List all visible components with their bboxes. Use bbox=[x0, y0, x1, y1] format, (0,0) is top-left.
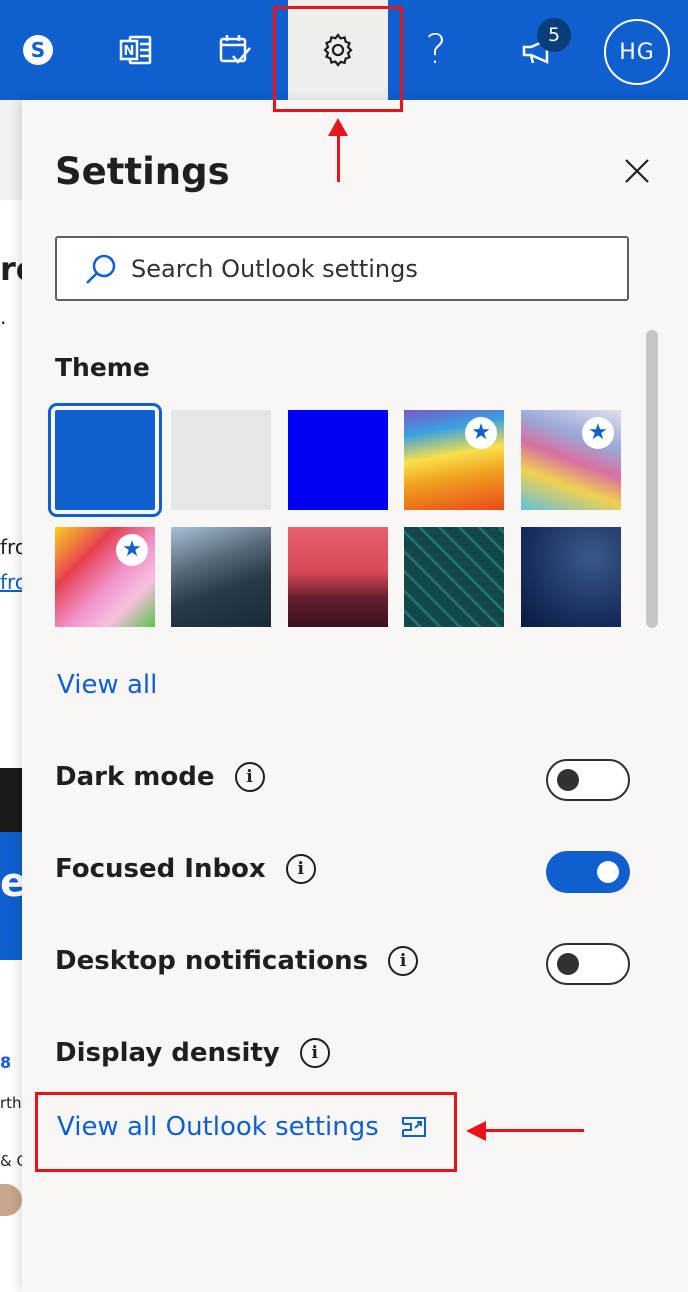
theme-circuit[interactable] bbox=[404, 527, 504, 627]
dark-mode-text: Dark mode bbox=[55, 762, 215, 792]
background-number: 8 bbox=[0, 1053, 12, 1072]
display-density-label: Display density i bbox=[55, 1038, 330, 1068]
toggle-knob bbox=[557, 953, 579, 975]
background-from-link[interactable]: fro bbox=[0, 570, 22, 594]
focused-inbox-toggle[interactable] bbox=[546, 851, 630, 893]
search-input[interactable] bbox=[131, 238, 611, 299]
svg-text:S: S bbox=[31, 38, 45, 62]
focused-inbox-text: Focused Inbox bbox=[55, 854, 266, 884]
background-from-text: fro bbox=[0, 535, 22, 559]
background-dot: . bbox=[0, 305, 7, 329]
dark-mode-toggle[interactable] bbox=[546, 759, 630, 801]
background-dark-band bbox=[0, 768, 22, 832]
calendar-check-icon[interactable] bbox=[205, 0, 265, 100]
theme-rainbow-stripes[interactable]: ★ bbox=[404, 410, 504, 510]
theme-mountains[interactable] bbox=[171, 527, 271, 627]
annotation-box-view-all bbox=[35, 1092, 457, 1172]
focused-inbox-label: Focused Inbox i bbox=[55, 854, 316, 884]
skype-icon[interactable]: S bbox=[8, 0, 68, 100]
background-gray-area bbox=[0, 100, 22, 200]
dark-mode-label: Dark mode i bbox=[55, 762, 265, 792]
info-icon[interactable]: i bbox=[388, 946, 419, 976]
help-icon[interactable]: ? bbox=[406, 0, 466, 100]
search-icon bbox=[86, 254, 116, 284]
notification-badge: 5 bbox=[537, 18, 571, 52]
display-density-text: Display density bbox=[55, 1038, 280, 1068]
theme-cartoon[interactable]: ★ bbox=[55, 527, 155, 627]
view-all-themes-link[interactable]: View all bbox=[57, 670, 157, 700]
theme-label: Theme bbox=[55, 353, 150, 382]
desktop-notifications-toggle[interactable] bbox=[546, 943, 630, 985]
theme-ribbons[interactable]: ★ bbox=[521, 410, 621, 510]
theme-palms[interactable] bbox=[288, 527, 388, 627]
background-heading: re bbox=[0, 250, 22, 288]
theme-elevation[interactable] bbox=[521, 527, 621, 627]
svg-text:N: N bbox=[124, 44, 135, 59]
desktop-notifications-text: Desktop notifications bbox=[55, 946, 369, 976]
close-icon bbox=[625, 159, 649, 183]
background-row-text-2: & G bbox=[0, 1152, 22, 1170]
close-button[interactable] bbox=[620, 154, 654, 188]
avatar[interactable]: HG bbox=[604, 19, 670, 85]
background-row-text: rth bbox=[0, 1094, 22, 1112]
annotation-arrow-up bbox=[337, 122, 340, 182]
toggle-knob bbox=[557, 769, 579, 791]
background-blue-text: er bbox=[0, 860, 22, 906]
info-icon[interactable]: i bbox=[285, 854, 316, 884]
premium-star-icon: ★ bbox=[465, 417, 497, 449]
theme-light-gray[interactable] bbox=[171, 410, 271, 510]
background-page: re . fro fro er 8 rth & G bbox=[0, 100, 22, 1292]
onenote-icon[interactable]: N bbox=[106, 0, 166, 100]
background-avatar bbox=[0, 1184, 22, 1216]
info-icon[interactable]: i bbox=[234, 762, 265, 792]
scrollbar[interactable] bbox=[646, 330, 658, 628]
desktop-notifications-label: Desktop notifications i bbox=[55, 946, 419, 976]
settings-title: Settings bbox=[55, 150, 230, 193]
theme-bright-blue[interactable] bbox=[288, 410, 388, 510]
annotation-box-gear bbox=[273, 6, 403, 112]
info-icon[interactable]: i bbox=[299, 1038, 330, 1068]
premium-star-icon: ★ bbox=[116, 534, 148, 566]
premium-star-icon: ★ bbox=[582, 417, 614, 449]
theme-blue[interactable] bbox=[48, 403, 162, 517]
search-box bbox=[55, 236, 629, 301]
toggle-knob bbox=[597, 861, 619, 883]
annotation-arrow-left bbox=[480, 1129, 584, 1132]
